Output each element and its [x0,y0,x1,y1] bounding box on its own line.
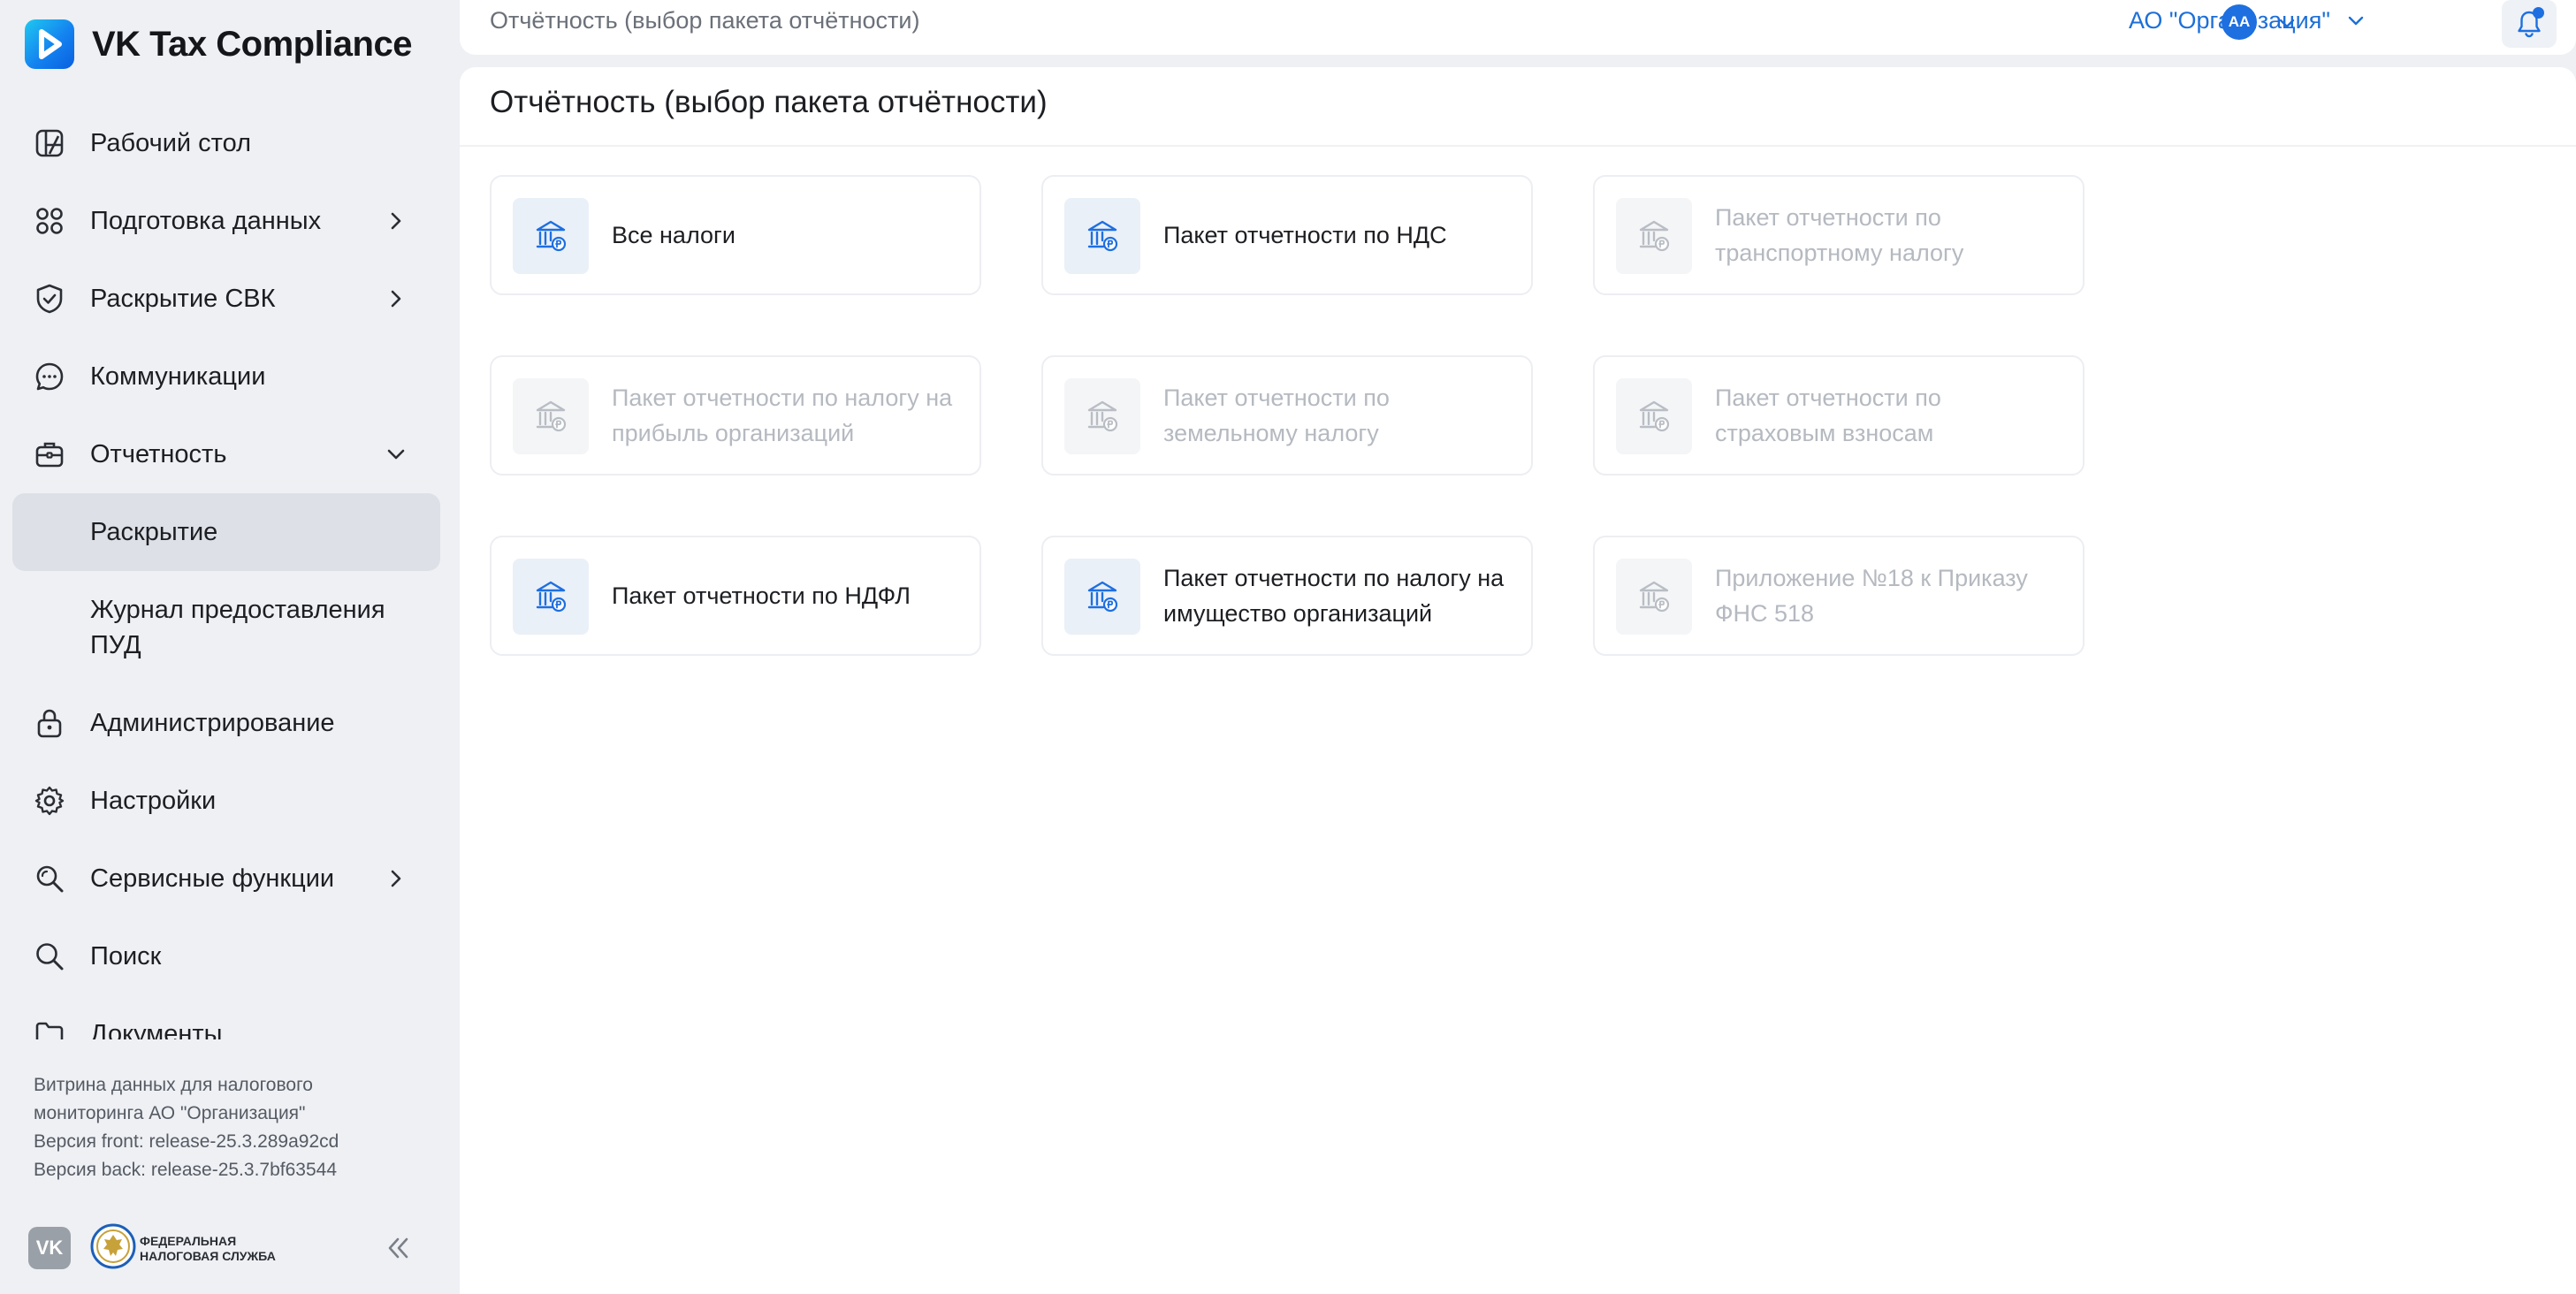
sidebar-item-label: Настройки [90,787,217,815]
double-chevron-left-icon [388,1237,408,1259]
report-card-profit-tax: Пакет отчетности по налогу на прибыль ор… [490,355,981,476]
dashboard-icon [34,127,65,159]
notification-dot [2533,7,2544,19]
chevron-down-icon [384,442,408,467]
shield-icon [34,283,65,315]
page-title: Отчётность (выбор пакета отчётности) [490,85,1048,119]
chevron-right-icon [384,866,408,891]
sidebar-item-settings[interactable]: Настройки [12,762,440,840]
vk-logo-icon: VK [28,1227,71,1269]
back-version: Версия back: release-25.3.7bf63544 [34,1160,337,1180]
card-label: Пакет отчетности по страховым взносам [1715,384,1941,446]
collapse-sidebar-button[interactable] [382,1232,414,1264]
tax-bank-icon [513,559,589,635]
tax-bank-icon [1064,198,1140,274]
report-card-vat[interactable]: Пакет отчетности по НДС [1041,175,1533,295]
version-info: Витрина данных для налогового мониторинг… [34,1071,440,1184]
fns-logo-line: Федеральная [140,1234,237,1248]
sidebar-item-label: Администрирование [90,709,335,737]
sidebar-item-label: Рабочий стол [90,129,252,157]
tax-bank-icon [513,378,589,454]
report-card-land-tax: Пакет отчетности по земельному налогу [1041,355,1533,476]
fns-logo-text: Федеральная налоговая служба [140,1234,276,1264]
app-name: VK Tax Compliance [92,24,412,64]
chevron-down-icon [2348,16,2364,25]
report-card-appendix-18: Приложение №18 к Приказу ФНС 518 [1593,536,2084,656]
user-avatar[interactable]: АА [2222,4,2257,40]
sidebar-item-svk-disclosure[interactable]: Раскрытие СВК [12,260,440,338]
sidebar-item-label: Подготовка данных [90,207,322,235]
sidebar-subitem-pud-journal[interactable]: Журнал предоставления ПУД [12,571,440,684]
card-label: Пакет отчетности по транспортному налогу [1715,204,1964,266]
user-menu-chevron-down-icon[interactable] [2275,12,2298,35]
sidebar-item-label: Раскрытие СВК [90,285,276,313]
sidebar-item-search[interactable]: Поиск [12,917,440,995]
sidebar: VK Tax Compliance Рабочий стол Подготовк… [0,0,460,1294]
top-bar: Отчётность (выбор пакета отчётности) АО … [460,0,2576,55]
report-card-all-taxes[interactable]: Все налоги [490,175,981,295]
sidebar-item-documents[interactable]: Документы [12,995,440,1039]
vk-logo-text: VK [35,1237,64,1259]
gear-icon [34,785,65,817]
sidebar-subitem-label: Журнал предоставления ПУД [90,596,385,659]
sidebar-item-label: Документы [90,1020,223,1039]
sidebar-item-label: Коммуникации [90,362,266,391]
chevron-right-icon [384,286,408,311]
info-line: мониторинга АО "Организация" [34,1103,306,1123]
notifications-button[interactable] [2502,0,2557,48]
tax-bank-icon [1616,559,1692,635]
report-card-insurance-contributions: Пакет отчетности по страховым взносам [1593,355,2084,476]
folder-icon [34,1018,65,1039]
card-label: Пакет отчетности по НДФЛ [612,582,911,609]
briefcase-icon [34,438,65,470]
card-label: Пакет отчетности по налогу на прибыль ор… [612,384,953,446]
report-card-personal-income-tax[interactable]: Пакет отчетности по НДФЛ [490,536,981,656]
avatar-initials: АА [2228,13,2251,30]
sidebar-item-label: Поиск [90,942,162,970]
sidebar-item-data-prep[interactable]: Подготовка данных [12,182,440,260]
service-search-icon [34,863,65,894]
sidebar-nav: Рабочий стол Подготовка данных Раскрытие… [12,104,440,1039]
sidebar-item-service-functions[interactable]: Сервисные функции [12,840,440,917]
card-label: Пакет отчетности по земельному налогу [1163,384,1390,446]
card-label: Все налоги [612,222,735,248]
card-label: Пакет отчетности по НДС [1163,222,1447,248]
fns-emblem-icon [90,1223,136,1269]
chevron-right-icon [384,209,408,233]
sidebar-item-administration[interactable]: Администрирование [12,684,440,762]
app-logo[interactable]: VK Tax Compliance [25,18,412,71]
tax-bank-icon [1616,198,1692,274]
report-card-transport-tax: Пакет отчетности по транспортному налогу [1593,175,2084,295]
vk-tax-logo-icon [25,19,74,69]
front-version: Версия front: release-25.3.289a92cd [34,1131,339,1152]
tax-bank-icon [1064,378,1140,454]
sidebar-item-communications[interactable]: Коммуникации [12,338,440,415]
card-label: Приложение №18 к Приказу ФНС 518 [1715,565,2028,627]
sidebar-item-dashboard[interactable]: Рабочий стол [12,104,440,182]
report-card-property-tax[interactable]: Пакет отчетности по налогу на имущество … [1041,536,1533,656]
footer-logos: VK Федеральная налоговая служба [28,1223,444,1273]
sidebar-item-label: Отчетность [90,440,227,468]
lock-icon [34,707,65,739]
sidebar-subitem-disclosure[interactable]: Раскрытие [12,493,440,571]
tax-bank-icon [513,198,589,274]
breadcrumb: Отчётность (выбор пакета отчётности) [490,7,920,34]
card-label: Пакет отчетности по налогу на имущество … [1163,565,1505,627]
sidebar-item-label: Сервисные функции [90,864,335,893]
fns-logo-line: налоговая служба [140,1249,276,1263]
tax-bank-icon [1064,559,1140,635]
tax-bank-icon [1616,378,1692,454]
chat-icon [34,361,65,392]
search-icon [34,940,65,972]
divider [460,145,2576,147]
main-content: Отчётность (выбор пакета отчётности) Все… [460,67,2576,1294]
sidebar-item-reporting[interactable]: Отчетность [12,415,440,493]
info-line: Витрина данных для налогового [34,1075,313,1095]
sidebar-subitem-label: Раскрытие [90,518,218,546]
data-prep-icon [34,205,65,237]
